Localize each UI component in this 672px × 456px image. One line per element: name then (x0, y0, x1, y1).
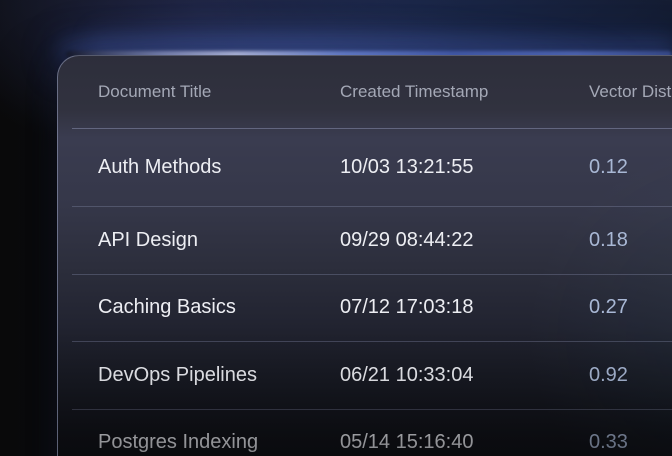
vector-distance-cell: 0.92 (589, 364, 672, 387)
document-title-cell: API Design (98, 229, 340, 252)
table-row[interactable]: API Design 09/29 08:44:22 0.18 (72, 207, 672, 275)
created-timestamp-cell: 07/12 17:03:18 (340, 296, 589, 319)
document-title-cell: Auth Methods (98, 156, 340, 179)
table-row[interactable]: Postgres Indexing 05/14 15:16:40 0.33 (72, 410, 672, 456)
vector-distance-cell: 0.12 (589, 156, 672, 179)
ambient-glow (90, 16, 650, 58)
created-timestamp-cell: 09/29 08:44:22 (340, 229, 589, 252)
column-header-document-title: Document Title (98, 82, 340, 102)
scene: Document Title Created Timestamp Vector … (0, 0, 672, 456)
vector-distance-cell: 0.27 (589, 296, 672, 319)
table-row[interactable]: Auth Methods 10/03 13:21:55 0.12 (72, 129, 672, 207)
table-row[interactable]: DevOps Pipelines 06/21 10:33:04 0.92 (72, 342, 672, 410)
created-timestamp-cell: 05/14 15:16:40 (340, 431, 589, 454)
vector-distance-cell: 0.18 (589, 229, 672, 252)
table-header-row: Document Title Created Timestamp Vector … (72, 56, 672, 129)
created-timestamp-cell: 10/03 13:21:55 (340, 156, 589, 179)
documents-table-panel: Document Title Created Timestamp Vector … (57, 55, 672, 456)
table-row[interactable]: Caching Basics 07/12 17:03:18 0.27 (72, 275, 672, 343)
created-timestamp-cell: 06/21 10:33:04 (340, 364, 589, 387)
document-title-cell: Postgres Indexing (98, 431, 340, 454)
column-header-vector-distance: Vector Distance (589, 82, 672, 102)
document-title-cell: DevOps Pipelines (98, 364, 340, 387)
vector-distance-cell: 0.33 (589, 431, 672, 454)
column-header-created-timestamp: Created Timestamp (340, 82, 589, 102)
document-title-cell: Caching Basics (98, 296, 340, 319)
